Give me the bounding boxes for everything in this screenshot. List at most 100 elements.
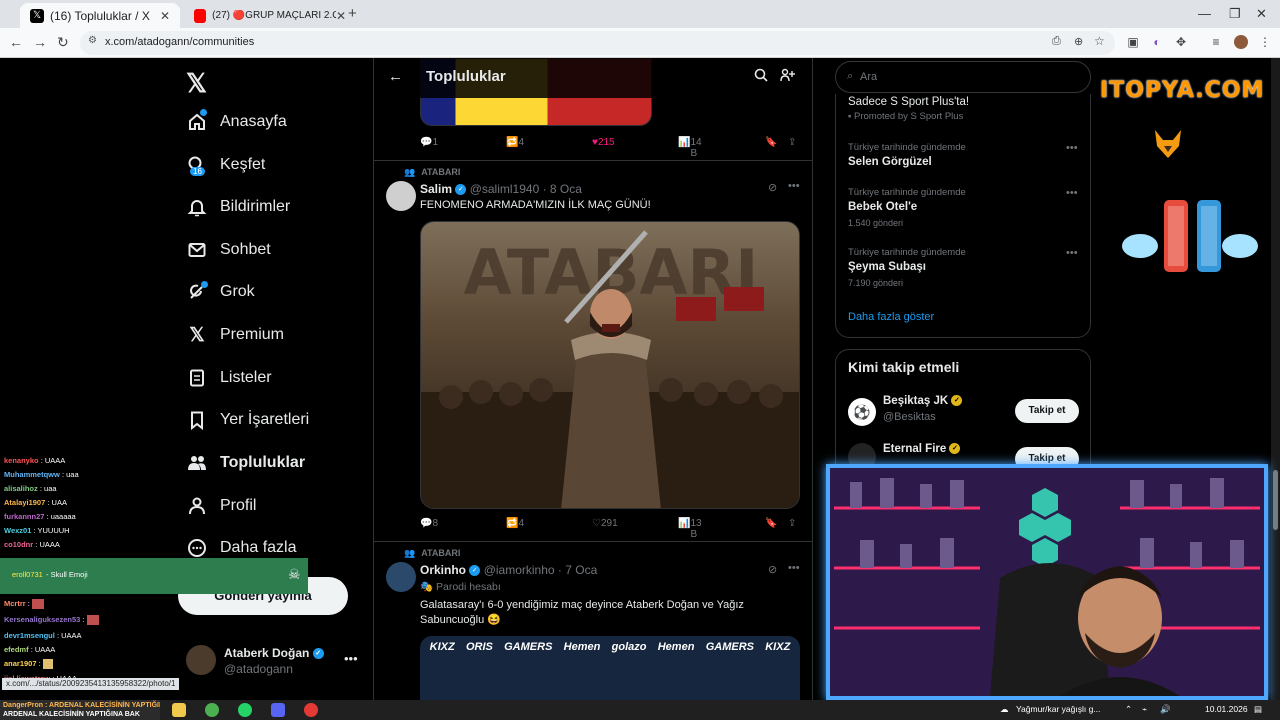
more-icon[interactable]: ••• xyxy=(1066,247,1078,259)
avatar[interactable] xyxy=(386,562,416,592)
reload-icon[interactable]: ↻ xyxy=(57,34,69,51)
tray-chevron-icon[interactable]: ⌃ xyxy=(1125,704,1132,715)
restore-icon[interactable]: ❐ xyxy=(1229,6,1241,22)
sidebar-item-premium[interactable]: 𝕏 Premium xyxy=(186,320,284,350)
weather-text[interactable]: Yağmur/kar yağışlı g... xyxy=(1016,704,1100,714)
file-explorer-icon[interactable] xyxy=(172,703,186,717)
like-button[interactable]: ♡ 291 xyxy=(592,518,618,529)
sponsor-logo: KIXZ xyxy=(429,641,455,653)
bookmark-icon[interactable]: 🔖 xyxy=(765,518,777,529)
forward-icon[interactable]: → xyxy=(33,34,47,50)
scrollbar-thumb[interactable] xyxy=(1273,470,1278,530)
network-icon[interactable]: ⌁ xyxy=(1142,704,1147,715)
browser-menu-icon[interactable]: ⋮ xyxy=(1258,35,1272,49)
browser-tab[interactable]: (27) 🔴GRUP MAÇLARI 2.GÜN ✕ xyxy=(184,3,356,28)
chrome-icon[interactable] xyxy=(205,703,219,717)
grok-icon[interactable]: ⊘ xyxy=(768,181,777,194)
share-icon[interactable]: ⇪ xyxy=(788,518,796,529)
trend-name[interactable]: Şeyma Subaşı xyxy=(848,261,926,273)
zoom-icon[interactable]: ⊕ xyxy=(1074,35,1083,48)
chat-emote-icon xyxy=(42,659,53,670)
bookmark-icon[interactable]: 🔖 xyxy=(765,137,777,148)
more-icon[interactable]: ••• xyxy=(1066,142,1078,154)
more-icon[interactable]: ••• xyxy=(788,180,800,192)
search-icon[interactable] xyxy=(754,68,768,85)
add-community-icon[interactable] xyxy=(780,68,796,85)
sponsor-logo: GAMERS xyxy=(504,641,553,653)
close-tab-icon[interactable]: ✕ xyxy=(160,9,170,23)
sidebar-item-messages[interactable]: Sohbet xyxy=(186,235,271,265)
follow-name[interactable]: Eternal Fire ✓ xyxy=(883,443,961,455)
account-switcher[interactable]: Ataberk Doğan ✓ @atadogann ••• xyxy=(186,643,366,683)
browser-tab-active[interactable]: 𝕏 (16) Topluluklar / X ✕ xyxy=(20,3,180,28)
scrollbar[interactable] xyxy=(1271,58,1280,700)
profile-avatar[interactable] xyxy=(1234,35,1248,49)
sponsor-logo: KIXZ xyxy=(765,641,791,653)
avatar xyxy=(186,645,216,675)
post-author[interactable]: Orkinho ✓ @iamorkinho · 7 Oca xyxy=(420,563,597,577)
media-control-icon[interactable]: ≡ xyxy=(1209,35,1223,49)
new-tab-icon[interactable]: + xyxy=(348,5,357,22)
sidebar-item-bookmarks[interactable]: Yer İşaretleri xyxy=(186,405,309,435)
trend-name[interactable]: Selen Görgüzel xyxy=(848,156,932,168)
extension-icon[interactable]: ▣ xyxy=(1126,35,1140,49)
bookmark-star-icon[interactable]: ☆ xyxy=(1094,34,1105,48)
back-arrow-icon[interactable]: ← xyxy=(388,68,403,85)
site-info-icon[interactable]: ⚙ xyxy=(88,35,97,46)
reply-button[interactable]: 💬 8 xyxy=(420,518,438,529)
obs-icon[interactable] xyxy=(304,703,318,717)
minimize-icon[interactable]: — xyxy=(1198,6,1211,21)
repost-button[interactable]: 🔁 4 xyxy=(506,137,524,148)
x-logo-icon[interactable]: 𝕏 xyxy=(186,68,207,99)
post-author[interactable]: Salim ✓ @saliml1940 · 8 Oca xyxy=(420,182,582,196)
discord-icon[interactable] xyxy=(271,703,285,717)
more-icon[interactable]: ••• xyxy=(344,651,358,666)
repost-button[interactable]: 🔁 4 xyxy=(506,518,524,529)
sidebar-item-communities[interactable]: Topluluklar xyxy=(186,448,305,478)
extensions-puzzle-icon[interactable]: ✥ xyxy=(1174,35,1188,49)
views-button[interactable]: 📊 13 B xyxy=(678,518,702,540)
notification-center-icon[interactable]: ▤ xyxy=(1254,704,1262,715)
sidebar-item-lists[interactable]: Listeler xyxy=(186,363,272,393)
reply-button[interactable]: 💬 1 xyxy=(420,137,438,148)
search-input[interactable]: ⌕ Ara xyxy=(835,61,1091,93)
divider xyxy=(374,541,812,542)
sidebar-item-profile[interactable]: Profil xyxy=(186,491,256,521)
chat-message: alisalihoz : uaa xyxy=(4,484,57,493)
chat-message: efedmf : UAAA xyxy=(4,645,56,654)
share-icon[interactable]: ⇪ xyxy=(788,137,796,148)
show-more-link[interactable]: Daha fazla göster xyxy=(848,311,934,323)
post-image[interactable]: KIXZ ORIS GAMERS Hemen golazo Hemen GAME… xyxy=(420,636,800,700)
follow-name[interactable]: Beşiktaş JK ✓ xyxy=(883,395,963,407)
x-page: 𝕏 Anasayfa Keşfet Bildirimler 16 Sohbet … xyxy=(0,58,1280,700)
back-icon[interactable]: ← xyxy=(9,34,23,50)
close-window-icon[interactable]: ✕ xyxy=(1256,6,1267,22)
mail-icon xyxy=(186,239,208,261)
avatar[interactable] xyxy=(386,181,416,211)
sidebar-item-label: Topluluklar xyxy=(220,454,306,471)
chat-message: co10dnr : UAAA xyxy=(4,540,60,549)
address-bar[interactable]: ⚙ x.com/atadogann/communities ⎙ ⊕ ☆ xyxy=(80,31,1115,55)
date-text[interactable]: 10.01.2026 xyxy=(1205,704,1248,714)
follow-button[interactable]: Takip et xyxy=(1015,399,1079,423)
close-tab-icon[interactable]: ✕ xyxy=(336,9,346,23)
install-app-icon[interactable]: ⎙ xyxy=(1052,35,1061,48)
more-icon[interactable]: ••• xyxy=(788,562,800,574)
trend-name[interactable]: Bebek Otel'e xyxy=(848,201,917,213)
more-icon[interactable]: ••• xyxy=(1066,187,1078,199)
sponsor-logo: golazo xyxy=(611,641,647,653)
sidebar-item-grok[interactable]: Grok xyxy=(186,277,255,307)
x-icon: 𝕏 xyxy=(189,324,205,346)
avatar[interactable]: ⚽ xyxy=(848,398,876,426)
sidebar-item-label: Bildirimler xyxy=(220,198,291,215)
youtube-favicon-icon xyxy=(194,8,207,23)
extension-icon[interactable]: ◐ xyxy=(1150,35,1164,49)
volume-icon[interactable]: 🔊 xyxy=(1160,704,1171,715)
views-button[interactable]: 📊 14 B xyxy=(678,137,702,159)
people-icon xyxy=(186,452,208,474)
like-button[interactable]: ♥ 215 xyxy=(592,137,615,148)
sidebar-item-notifications[interactable]: Bildirimler xyxy=(186,192,290,222)
grok-icon[interactable]: ⊘ xyxy=(768,563,777,576)
whatsapp-icon[interactable] xyxy=(238,703,252,717)
post-image[interactable]: ATABARI xyxy=(420,221,800,509)
